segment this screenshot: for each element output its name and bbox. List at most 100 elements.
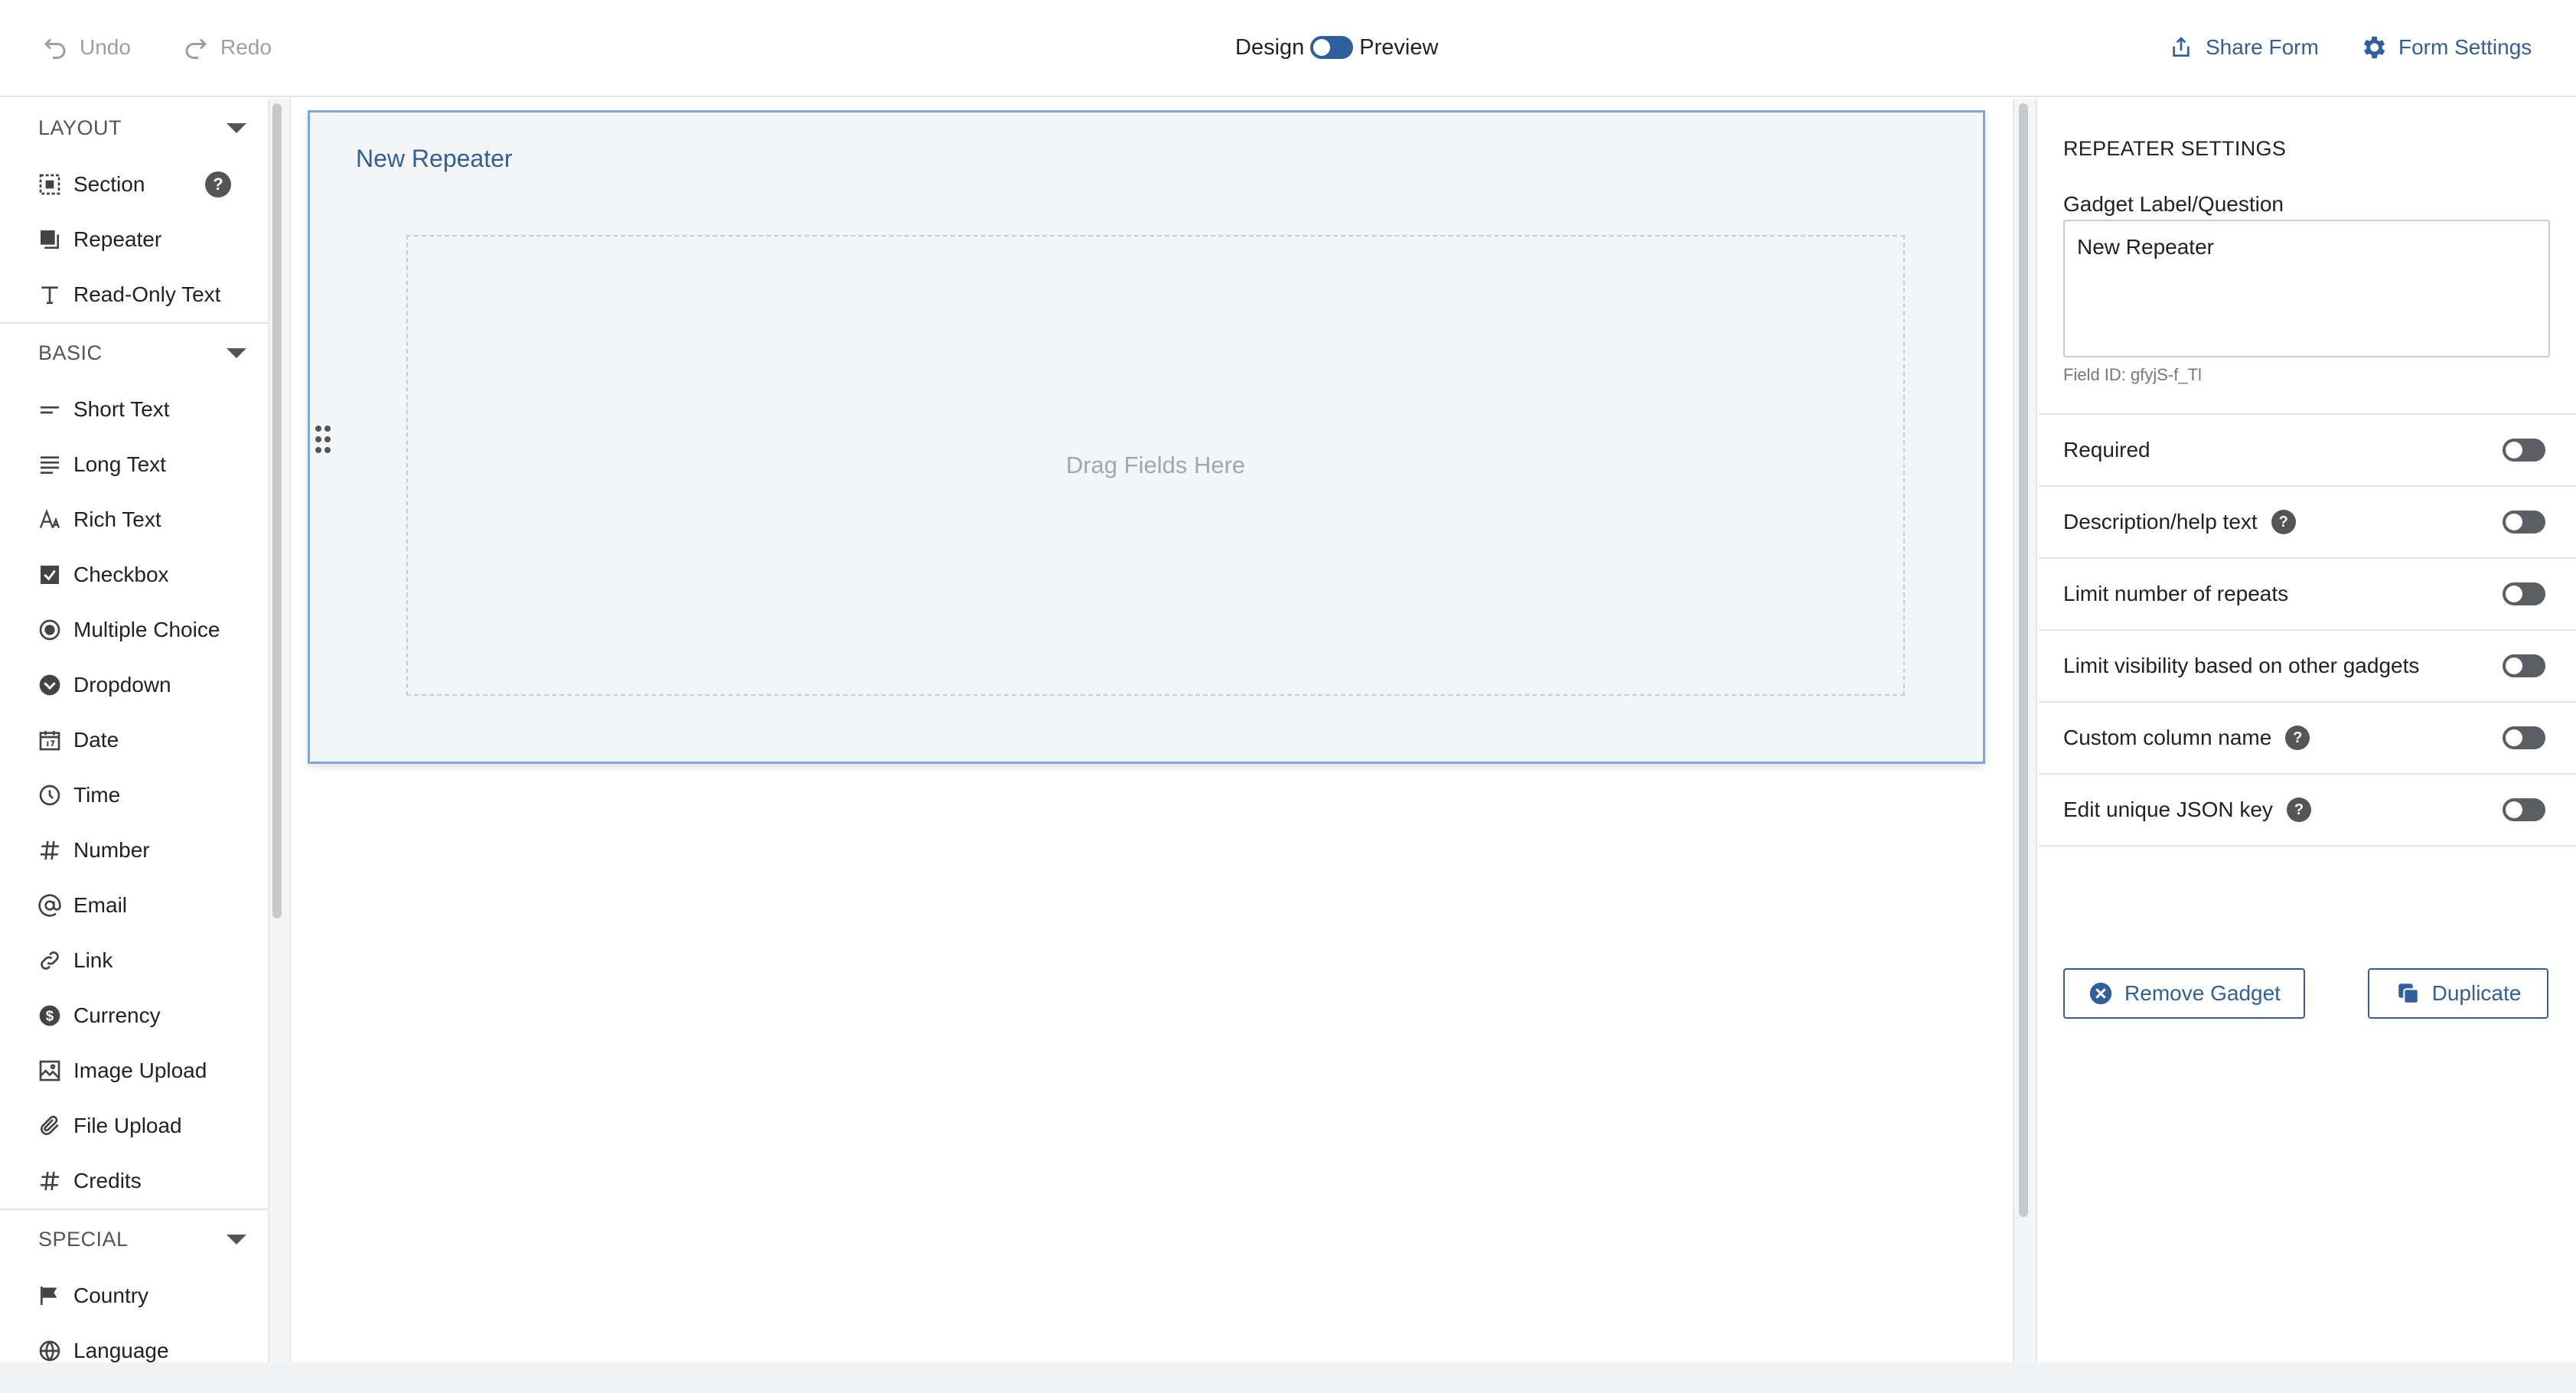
- svg-text:$: $: [46, 1008, 54, 1024]
- required-toggle[interactable]: [2503, 439, 2545, 462]
- sidebar-item-rich-text[interactable]: Rich Text: [0, 492, 268, 547]
- caret-down-icon: [227, 1234, 246, 1245]
- sidebar-item-image-upload[interactable]: Image Upload: [0, 1043, 268, 1098]
- sidebar-item-label: Number: [73, 838, 150, 862]
- at-icon: [37, 892, 63, 918]
- globe-icon: [37, 1338, 63, 1362]
- sidebar-item-label: Country: [73, 1284, 149, 1307]
- duplicate-button[interactable]: Duplicate: [2368, 968, 2548, 1019]
- bottom-strip: [0, 1362, 2576, 1393]
- gadget-label-input[interactable]: New Repeater: [2063, 220, 2550, 357]
- help-icon[interactable]: ?: [2286, 798, 2311, 822]
- sidebar-item-time[interactable]: Time: [0, 768, 268, 823]
- design-label: Design: [1235, 34, 1305, 60]
- checkbox-icon: [37, 562, 63, 588]
- toggle-label: Limit visibility based on other gadgets: [2063, 654, 2420, 677]
- dollar-icon: $: [37, 1003, 63, 1029]
- drop-zone[interactable]: Drag Fields Here: [406, 235, 1905, 696]
- sidebar-item-label: Repeater: [73, 227, 162, 251]
- toggle-knob: [2506, 514, 2522, 530]
- sidebar-item-currency[interactable]: $ Currency: [0, 988, 268, 1043]
- sidebar-item-checkbox[interactable]: Checkbox: [0, 547, 268, 602]
- caret-down-icon: [227, 347, 246, 358]
- sidebar-item-short-text[interactable]: Short Text: [0, 382, 268, 437]
- sidebar-item-file-upload[interactable]: File Upload: [0, 1098, 268, 1153]
- sidebar-item-date[interactable]: Date: [0, 713, 268, 768]
- limit-repeats-toggle[interactable]: [2503, 582, 2545, 605]
- sidebar-item-label: Read-Only Text: [73, 282, 221, 306]
- toggle-knob: [2506, 657, 2522, 674]
- group-header-basic[interactable]: BASIC: [0, 324, 268, 382]
- design-preview-toggle[interactable]: [1310, 36, 1354, 59]
- remove-gadget-button[interactable]: Remove Gadget: [2063, 968, 2305, 1019]
- toggle-row-limit-repeats: Limit number of repeats: [2039, 557, 2576, 629]
- drag-handle-icon[interactable]: [314, 424, 332, 455]
- sidebar-item-section[interactable]: Section ?: [0, 157, 268, 212]
- limit-visibility-toggle[interactable]: [2503, 654, 2545, 677]
- sidebar-item-email[interactable]: Email: [0, 878, 268, 933]
- gadget-label-heading: Gadget Label/Question: [2063, 192, 2284, 216]
- help-icon[interactable]: ?: [2271, 510, 2296, 534]
- sidebar-scrollbar[interactable]: [272, 103, 282, 918]
- long-text-icon: [37, 452, 63, 478]
- duplicate-icon: [2398, 984, 2419, 1004]
- repeater-gadget[interactable]: New Repeater Drag Fields Here: [308, 110, 1985, 764]
- sidebar-item-read-only-text[interactable]: Read-Only Text: [0, 267, 268, 322]
- sidebar-item-language[interactable]: Language: [0, 1323, 268, 1362]
- sidebar-item-long-text[interactable]: Long Text: [0, 437, 268, 492]
- toggle-list: Required Description/help text ? Limit n…: [2039, 413, 2576, 847]
- sidebar-item-label: Checkbox: [73, 563, 169, 586]
- settings-panel: REPEATER SETTINGS Gadget Label/Question …: [2039, 99, 2576, 1362]
- drop-zone-text: Drag Fields Here: [1065, 452, 1246, 478]
- mode-switch: Design Preview: [1235, 31, 1438, 64]
- repeater-icon: [37, 227, 63, 253]
- sidebar-item-link[interactable]: Link: [0, 933, 268, 988]
- toggle-row-custom-column: Custom column name ?: [2039, 701, 2576, 773]
- sidebar-item-dropdown[interactable]: Dropdown: [0, 657, 268, 713]
- redo-icon: [185, 38, 207, 59]
- sidebar-item-country[interactable]: Country: [0, 1268, 268, 1323]
- remove-gadget-label: Remove Gadget: [2124, 981, 2281, 1005]
- form-settings-button[interactable]: Form Settings: [2359, 31, 2532, 64]
- custom-column-toggle[interactable]: [2503, 726, 2545, 749]
- description-toggle[interactable]: [2503, 511, 2545, 533]
- share-form-button[interactable]: Share Form: [2169, 31, 2319, 64]
- help-icon[interactable]: ?: [205, 171, 231, 197]
- share-icon: [2173, 37, 2190, 57]
- toggle-knob: [2506, 586, 2522, 602]
- redo-button[interactable]: Redo: [182, 31, 272, 64]
- group-title: LAYOUT: [38, 116, 122, 139]
- sidebar-item-repeater[interactable]: Repeater: [0, 212, 268, 267]
- json-key-toggle[interactable]: [2503, 798, 2545, 821]
- canvas-scrollbar[interactable]: [2019, 103, 2028, 1217]
- sidebar-item-label: Currency: [73, 1003, 161, 1027]
- group-title: BASIC: [38, 341, 103, 364]
- sidebar-item-credits[interactable]: Credits: [0, 1153, 268, 1209]
- sidebar-item-label: Image Upload: [73, 1059, 207, 1082]
- toggle-label: Custom column name: [2063, 726, 2272, 749]
- hash-icon: [37, 837, 63, 863]
- sidebar-item-label: Email: [73, 893, 128, 917]
- toggle-knob: [2506, 729, 2522, 746]
- toggle-knob: [1313, 39, 1331, 56]
- toggle-row-json-key: Edit unique JSON key ?: [2039, 773, 2576, 845]
- preview-label: Preview: [1359, 34, 1439, 60]
- group-header-special[interactable]: SPECIAL: [0, 1210, 268, 1268]
- help-icon[interactable]: ?: [2285, 726, 2310, 750]
- toggle-row-required: Required: [2039, 413, 2576, 485]
- gadget-sidebar: LAYOUT Section ? Repeater Read-Only Text…: [0, 99, 269, 1362]
- sidebar-item-label: File Upload: [73, 1114, 182, 1137]
- sidebar-item-multiple-choice[interactable]: Multiple Choice: [0, 602, 268, 657]
- paperclip-icon: [37, 1113, 63, 1139]
- undo-label: Undo: [80, 35, 131, 59]
- undo-button[interactable]: Undo: [41, 31, 131, 64]
- toggle-row-limit-visibility: Limit visibility based on other gadgets: [2039, 629, 2576, 701]
- group-header-layout[interactable]: LAYOUT: [0, 99, 268, 157]
- flag-icon: [37, 1283, 63, 1309]
- section-icon: [37, 171, 63, 197]
- image-icon: [37, 1058, 63, 1084]
- close-circle-icon: [2089, 982, 2112, 1005]
- duplicate-label: Duplicate: [2431, 981, 2522, 1005]
- sidebar-item-number[interactable]: Number: [0, 823, 268, 878]
- sidebar-item-label: Long Text: [73, 452, 166, 476]
